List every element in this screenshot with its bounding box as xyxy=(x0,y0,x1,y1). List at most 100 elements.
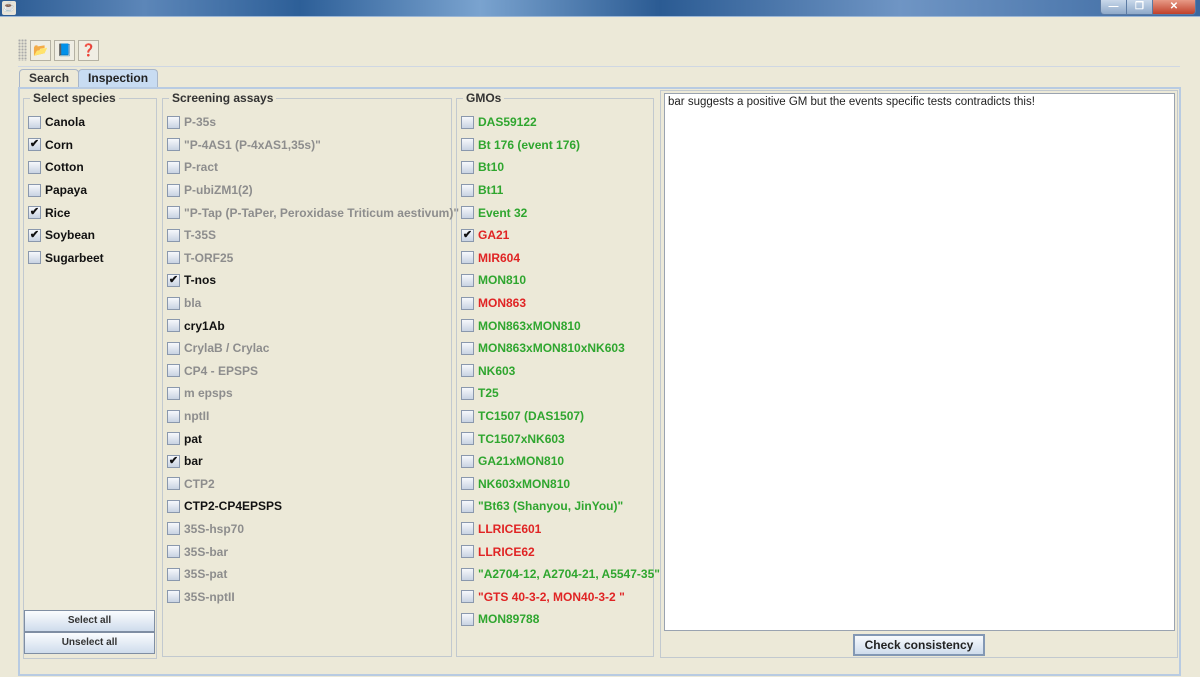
screening-assay-checkbox[interactable] xyxy=(167,364,180,378)
gmo-checkbox[interactable] xyxy=(461,409,474,423)
gmo-item[interactable]: TC1507xNK603 xyxy=(461,427,660,450)
species-checkbox[interactable] xyxy=(28,251,41,265)
gmo-item[interactable]: MON89788 xyxy=(461,608,660,631)
restore-button[interactable]: ❐ xyxy=(1127,0,1153,14)
gmo-item[interactable]: MON863xMON810xNK603 xyxy=(461,337,660,360)
screening-assay-checkbox[interactable]: ✔ xyxy=(167,273,180,287)
gmo-checkbox[interactable] xyxy=(461,567,474,581)
screening-assay-item[interactable]: 35S-bar xyxy=(167,540,459,563)
gmo-checkbox[interactable] xyxy=(461,160,474,174)
open-button[interactable]: 📂 xyxy=(30,39,51,61)
tab-inspection[interactable]: Inspection xyxy=(78,69,159,87)
gmo-checkbox[interactable] xyxy=(461,499,474,513)
species-item[interactable]: ✔ Corn xyxy=(28,134,104,157)
screening-assay-item[interactable]: CrylaB / Crylac xyxy=(167,337,459,360)
screening-assay-checkbox[interactable] xyxy=(167,341,180,355)
screening-assay-checkbox[interactable] xyxy=(167,386,180,400)
gmo-item[interactable]: MON863xMON810 xyxy=(461,314,660,337)
gmo-item[interactable]: NK603xMON810 xyxy=(461,473,660,496)
gmo-item[interactable]: Bt11 xyxy=(461,179,660,202)
screening-assay-checkbox[interactable] xyxy=(167,296,180,310)
screening-assay-item[interactable]: "P-Tap (P-TaPer, Peroxidase Triticum aes… xyxy=(167,201,459,224)
screening-assay-item[interactable]: T-ORF25 xyxy=(167,247,459,270)
result-text-area[interactable]: bar suggests a positive GM but the event… xyxy=(664,93,1175,631)
gmo-item[interactable]: DAS59122 xyxy=(461,111,660,134)
gmo-item[interactable]: ✔ GA21 xyxy=(461,224,660,247)
screening-assay-checkbox[interactable] xyxy=(167,432,180,446)
gmo-item[interactable]: Bt10 xyxy=(461,156,660,179)
screening-assay-item[interactable]: m epsps xyxy=(167,382,459,405)
species-checkbox[interactable] xyxy=(28,160,41,174)
screening-assay-item[interactable]: P-35s xyxy=(167,111,459,134)
screening-assay-item[interactable]: bla xyxy=(167,292,459,315)
screening-assay-checkbox[interactable] xyxy=(167,590,180,604)
screening-assay-checkbox[interactable]: ✔ xyxy=(167,454,180,468)
screening-assay-checkbox[interactable] xyxy=(167,477,180,491)
gmo-checkbox[interactable] xyxy=(461,138,474,152)
species-checkbox[interactable]: ✔ xyxy=(28,206,41,220)
gmo-checkbox[interactable] xyxy=(461,319,474,333)
gmo-item[interactable]: "A2704-12, A2704-21, A5547-35" xyxy=(461,563,660,586)
gmo-item[interactable]: NK603 xyxy=(461,360,660,383)
gmo-item[interactable]: TC1507 (DAS1507) xyxy=(461,405,660,428)
gmo-item[interactable]: Event 32 xyxy=(461,201,660,224)
screening-assay-item[interactable]: pat xyxy=(167,427,459,450)
screening-assay-checkbox[interactable] xyxy=(167,183,180,197)
screening-assay-checkbox[interactable] xyxy=(167,499,180,513)
screening-assay-checkbox[interactable] xyxy=(167,409,180,423)
gmo-checkbox[interactable] xyxy=(461,612,474,626)
screening-assay-checkbox[interactable] xyxy=(167,228,180,242)
unselect-all-button[interactable]: Unselect all xyxy=(24,632,155,654)
species-item[interactable]: Sugarbeet xyxy=(28,247,104,270)
screening-assay-checkbox[interactable] xyxy=(167,206,180,220)
species-checkbox[interactable] xyxy=(28,183,41,197)
screening-assay-item[interactable]: nptII xyxy=(167,405,459,428)
gmo-checkbox[interactable] xyxy=(461,183,474,197)
gmo-item[interactable]: LLRICE601 xyxy=(461,518,660,541)
species-checkbox[interactable] xyxy=(28,115,41,129)
gmo-checkbox[interactable] xyxy=(461,364,474,378)
species-item[interactable]: Cotton xyxy=(28,156,104,179)
close-button[interactable]: ✕ xyxy=(1153,0,1195,14)
screening-assay-checkbox[interactable] xyxy=(167,115,180,129)
gmo-item[interactable]: T25 xyxy=(461,382,660,405)
notebook-button[interactable]: 📘 xyxy=(54,39,75,61)
species-item[interactable]: ✔ Soybean xyxy=(28,224,104,247)
select-all-button[interactable]: Select all xyxy=(24,610,155,632)
check-consistency-button[interactable]: Check consistency xyxy=(853,634,985,656)
species-item[interactable]: Canola xyxy=(28,111,104,134)
gmo-checkbox[interactable] xyxy=(461,477,474,491)
gmo-checkbox[interactable] xyxy=(461,251,474,265)
species-item[interactable]: ✔ Rice xyxy=(28,201,104,224)
screening-assay-checkbox[interactable] xyxy=(167,319,180,333)
screening-assay-checkbox[interactable] xyxy=(167,545,180,559)
gmo-checkbox[interactable] xyxy=(461,545,474,559)
species-checkbox[interactable]: ✔ xyxy=(28,138,41,152)
gmo-checkbox[interactable] xyxy=(461,590,474,604)
gmo-checkbox[interactable] xyxy=(461,386,474,400)
gmo-checkbox[interactable] xyxy=(461,341,474,355)
screening-assay-item[interactable]: 35S-nptII xyxy=(167,585,459,608)
gmo-item[interactable]: MON863 xyxy=(461,292,660,315)
gmo-item[interactable]: LLRICE62 xyxy=(461,540,660,563)
screening-assay-item[interactable]: 35S-pat xyxy=(167,563,459,586)
gmo-item[interactable]: GA21xMON810 xyxy=(461,450,660,473)
tab-search[interactable]: Search xyxy=(19,69,80,87)
gmo-checkbox[interactable] xyxy=(461,115,474,129)
gmo-checkbox[interactable]: ✔ xyxy=(461,228,474,242)
gmo-checkbox[interactable] xyxy=(461,273,474,287)
screening-assay-item[interactable]: P-ract xyxy=(167,156,459,179)
screening-assay-checkbox[interactable] xyxy=(167,522,180,536)
gmo-item[interactable]: MIR604 xyxy=(461,247,660,270)
gmo-item[interactable]: Bt 176 (event 176) xyxy=(461,134,660,157)
screening-assay-item[interactable]: CTP2-CP4EPSPS xyxy=(167,495,459,518)
screening-assay-item[interactable]: CTP2 xyxy=(167,473,459,496)
help-button[interactable]: ❓ xyxy=(78,39,99,61)
screening-assay-checkbox[interactable] xyxy=(167,160,180,174)
gmo-checkbox[interactable] xyxy=(461,454,474,468)
screening-assay-item[interactable]: CP4 - EPSPS xyxy=(167,360,459,383)
gmo-checkbox[interactable] xyxy=(461,522,474,536)
screening-assay-item[interactable]: 35S-hsp70 xyxy=(167,518,459,541)
screening-assay-checkbox[interactable] xyxy=(167,567,180,581)
screening-assay-item[interactable]: ✔ T-nos xyxy=(167,269,459,292)
